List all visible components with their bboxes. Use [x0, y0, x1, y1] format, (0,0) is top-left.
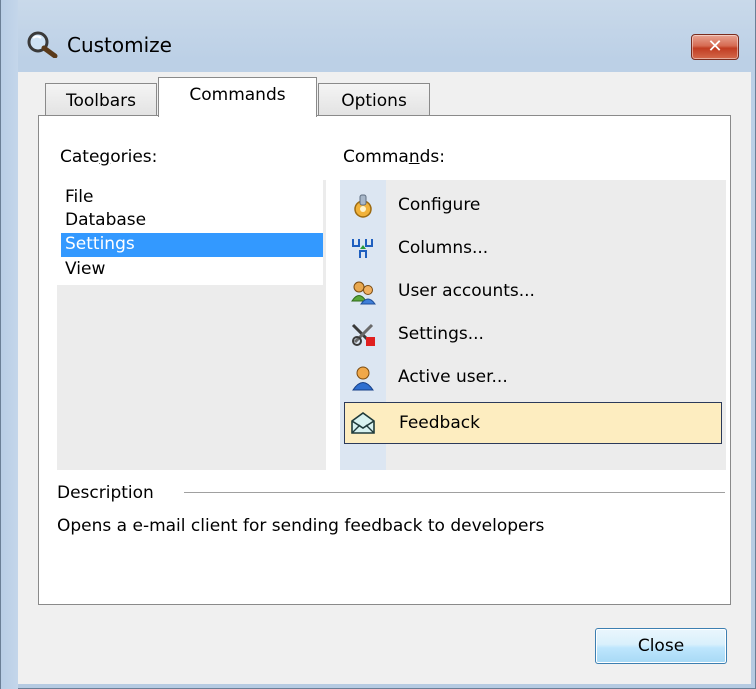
description-divider: [184, 492, 725, 493]
tab-options[interactable]: Options: [318, 83, 430, 117]
commands-label: Commands:: [343, 147, 445, 167]
categories-label: Categories:: [60, 147, 158, 167]
description-heading: Description: [57, 483, 154, 503]
command-item-settings[interactable]: Settings...: [344, 314, 722, 356]
magnifier-icon: [27, 31, 58, 58]
list-item-selected[interactable]: Settings: [61, 233, 323, 257]
close-button[interactable]: Close: [595, 628, 727, 664]
customize-window: Customize ✕ Toolbars Commands Options Ca…: [0, 0, 756, 689]
categories-listbox[interactable]: File Database Settings View: [57, 180, 326, 470]
tab-options-label: Options: [341, 91, 407, 111]
tab-commands[interactable]: Commands: [158, 77, 317, 117]
tab-toolbars-label: Toolbars: [65, 91, 137, 111]
command-label: Active user...: [398, 367, 508, 387]
command-label: Settings...: [398, 324, 484, 344]
tab-toolbars[interactable]: Toolbars: [45, 83, 157, 117]
command-label: Columns...: [398, 238, 489, 258]
list-item[interactable]: File: [61, 186, 323, 210]
commands-listbox[interactable]: Configure Columns... User accounts... Se…: [340, 180, 726, 470]
command-label: Configure: [398, 195, 481, 215]
settings-tools-icon: [351, 323, 375, 346]
tab-commands-label: Commands: [189, 85, 286, 105]
command-item-configure[interactable]: Configure: [344, 185, 722, 227]
description-text: Opens a e-mail client for sending feedba…: [57, 516, 545, 536]
columns-icon: [352, 239, 373, 258]
window-title: Customize: [67, 33, 172, 57]
command-label: Feedback: [399, 413, 480, 433]
list-item[interactable]: Database: [61, 209, 323, 233]
user-accounts-icon: [351, 281, 376, 305]
title-close-button[interactable]: ✕: [691, 34, 739, 60]
command-item-user-accounts[interactable]: User accounts...: [344, 271, 722, 313]
close-icon: ✕: [707, 36, 723, 57]
list-item[interactable]: View: [61, 258, 323, 282]
command-label: User accounts...: [398, 281, 535, 301]
command-item-columns[interactable]: Columns...: [344, 228, 722, 270]
window-frame-edge: [1, 0, 18, 689]
active-user-icon: [352, 366, 374, 391]
title-bar[interactable]: Customize ✕: [1, 0, 756, 72]
command-item-feedback[interactable]: Feedback: [344, 402, 722, 444]
feedback-envelope-icon: [351, 412, 375, 434]
command-item-active-user[interactable]: Active user...: [344, 357, 722, 399]
configure-icon: [354, 194, 372, 218]
